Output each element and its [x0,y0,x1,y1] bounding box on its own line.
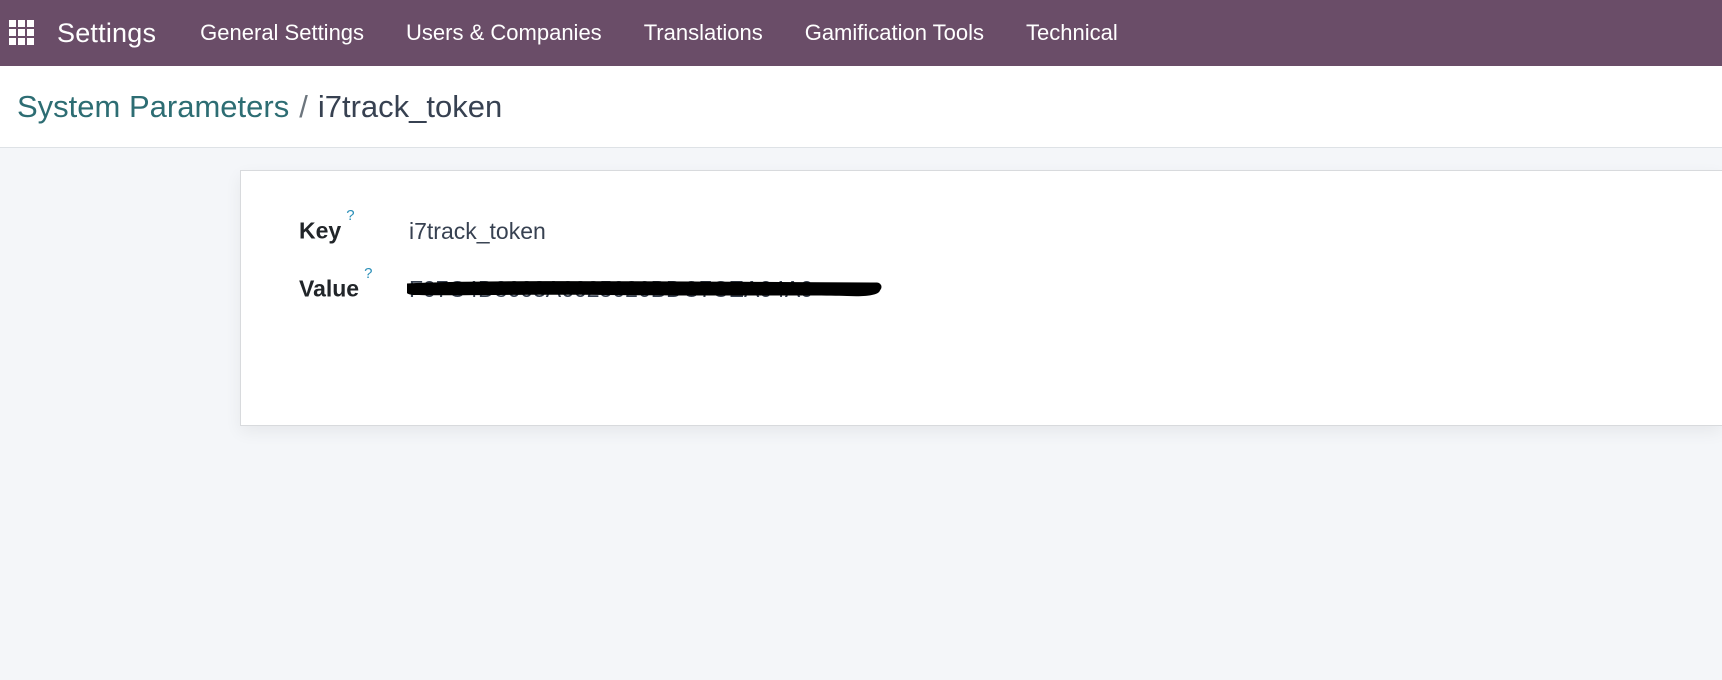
value-field-row: Value? F07C4D8603A6025026BDC7CEA04A0 [299,265,882,303]
breadcrumb-separator: / [299,88,308,124]
redaction-mark [407,280,882,296]
breadcrumb-system-parameters[interactable]: System Parameters [17,89,289,125]
breadcrumb-current: i7track_token [317,88,503,124]
key-input[interactable]: i7track_token [409,218,546,245]
form-sheet: Key? i7track_token Value? F07C4D8603A602… [240,170,1722,426]
app-grid-icon[interactable] [9,20,35,46]
menu-general-settings[interactable]: General Settings [179,0,385,66]
key-label-text: Key [299,217,342,244]
value-help-icon[interactable]: ? [364,265,372,282]
control-panel: System Parameters / i7track_token [0,66,1722,148]
key-help-icon[interactable]: ? [346,207,354,224]
menu-gamification-tools[interactable]: Gamification Tools [784,0,1005,66]
value-input-wrap: F07C4D8603A6025026BDC7CEA04A0 [407,276,882,303]
menu-technical[interactable]: Technical [1005,0,1139,66]
menu-users-companies[interactable]: Users & Companies [385,0,623,66]
key-field-row: Key? i7track_token [299,207,546,245]
key-label: Key? [299,207,409,245]
value-label: Value? [299,265,409,303]
menu-translations[interactable]: Translations [623,0,784,66]
top-navbar: Settings General Settings Users & Compan… [0,0,1722,66]
value-label-text: Value [299,275,360,302]
app-name[interactable]: Settings [57,18,156,49]
